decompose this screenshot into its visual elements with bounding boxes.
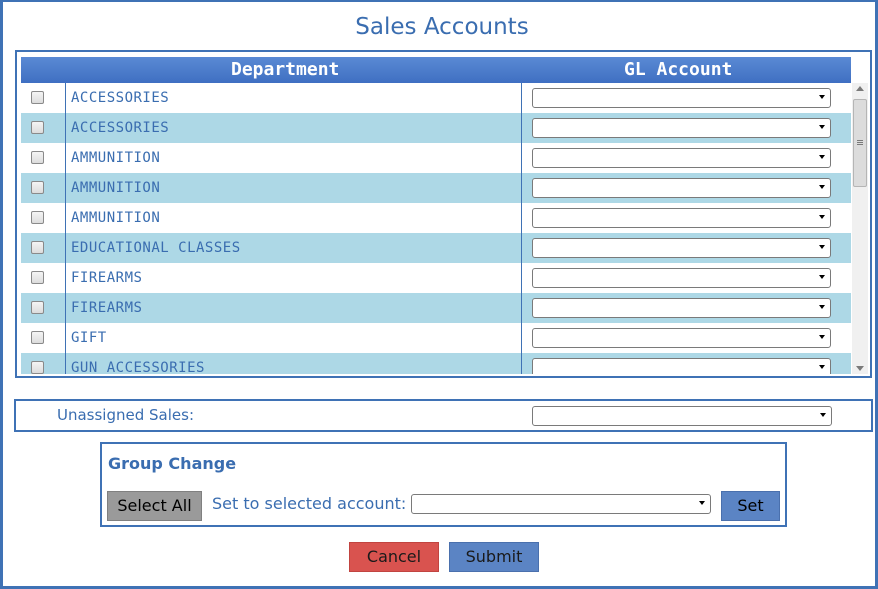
dropdown-arrow-icon — [819, 335, 825, 339]
table-row: GUN ACCESSORIES — [21, 353, 851, 374]
column-divider — [65, 293, 66, 323]
row-checkbox[interactable] — [31, 301, 44, 314]
dropdown-arrow-icon — [819, 245, 825, 249]
grid-scrollbar[interactable] — [852, 83, 868, 374]
column-divider — [521, 353, 522, 374]
column-divider — [65, 203, 66, 233]
column-divider — [521, 113, 522, 143]
row-checkbox[interactable] — [31, 271, 44, 284]
column-divider — [521, 323, 522, 353]
gl-account-select[interactable] — [532, 88, 831, 108]
column-divider — [65, 263, 66, 293]
gl-account-select[interactable] — [532, 298, 831, 318]
table-row: EDUCATIONAL CLASSES — [21, 233, 851, 263]
table-row: AMMUNITION — [21, 173, 851, 203]
column-divider — [521, 143, 522, 173]
department-cell: FIREARMS — [71, 270, 143, 286]
department-cell: AMMUNITION — [71, 210, 161, 226]
unassigned-sales-label: Unassigned Sales: — [57, 406, 194, 424]
department-cell: ACCESSORIES — [71, 90, 170, 106]
department-cell: ACCESSORIES — [71, 120, 170, 136]
table-row: ACCESSORIES — [21, 113, 851, 143]
dropdown-arrow-icon — [699, 501, 705, 505]
department-cell: AMMUNITION — [71, 180, 161, 196]
unassigned-sales-panel: Unassigned Sales: — [14, 399, 873, 432]
gl-account-select[interactable] — [532, 208, 831, 228]
group-account-select[interactable] — [411, 494, 711, 514]
row-checkbox[interactable] — [31, 121, 44, 134]
gl-account-select[interactable] — [532, 328, 831, 348]
scroll-down-icon[interactable] — [856, 366, 864, 371]
table-row: GIFT — [21, 323, 851, 353]
table-row: ACCESSORIES — [21, 83, 851, 113]
scrollbar-thumb[interactable] — [853, 99, 867, 187]
row-checkbox[interactable] — [31, 151, 44, 164]
column-divider — [521, 263, 522, 293]
department-cell: GUN ACCESSORIES — [71, 360, 205, 374]
row-checkbox[interactable] — [31, 91, 44, 104]
row-checkbox[interactable] — [31, 331, 44, 344]
table-row: AMMUNITION — [21, 143, 851, 173]
department-cell: FIREARMS — [71, 300, 143, 316]
grid-header: Department GL Account — [21, 57, 851, 83]
sales-accounts-window: Sales Accounts Department GL Account ACC… — [0, 0, 878, 589]
dropdown-arrow-icon — [819, 155, 825, 159]
dropdown-arrow-icon — [819, 185, 825, 189]
group-change-title: Group Change — [108, 454, 237, 473]
row-checkbox[interactable] — [31, 241, 44, 254]
submit-button[interactable]: Submit — [449, 542, 539, 572]
department-cell: EDUCATIONAL CLASSES — [71, 240, 241, 256]
unassigned-sales-select[interactable] — [532, 406, 832, 426]
group-change-panel: Group Change Select All Set to selected … — [100, 442, 787, 527]
column-divider — [65, 173, 66, 203]
gl-account-select[interactable] — [532, 148, 831, 168]
scroll-up-icon[interactable] — [856, 86, 864, 91]
column-divider — [65, 113, 66, 143]
dropdown-arrow-icon — [819, 305, 825, 309]
accounts-grid: Department GL Account ACCESSORIES ACCESS… — [15, 50, 872, 378]
row-checkbox[interactable] — [31, 361, 44, 374]
dropdown-arrow-icon — [819, 125, 825, 129]
select-all-button[interactable]: Select All — [107, 491, 202, 521]
gl-account-select[interactable] — [532, 358, 831, 374]
column-divider — [65, 353, 66, 374]
dropdown-arrow-icon — [819, 95, 825, 99]
column-header-department: Department — [231, 59, 340, 80]
column-divider — [521, 173, 522, 203]
set-button[interactable]: Set — [721, 491, 780, 521]
grid-rows: ACCESSORIES ACCESSORIES AMMUNITION AMMUN… — [21, 83, 851, 374]
dropdown-arrow-icon — [819, 365, 825, 369]
column-divider — [65, 83, 66, 113]
dropdown-arrow-icon — [820, 413, 826, 417]
column-divider — [65, 233, 66, 263]
column-divider — [521, 203, 522, 233]
row-checkbox[interactable] — [31, 181, 44, 194]
column-divider — [521, 233, 522, 263]
cancel-button[interactable]: Cancel — [349, 542, 439, 572]
grip-icon — [857, 140, 863, 141]
row-checkbox[interactable] — [31, 211, 44, 224]
column-divider — [521, 293, 522, 323]
table-row: FIREARMS — [21, 293, 851, 323]
dropdown-arrow-icon — [819, 215, 825, 219]
gl-account-select[interactable] — [532, 178, 831, 198]
gl-account-select[interactable] — [532, 268, 831, 288]
set-to-account-label: Set to selected account: — [212, 494, 407, 513]
gl-account-select[interactable] — [532, 238, 831, 258]
table-row: FIREARMS — [21, 263, 851, 293]
column-header-gl-account: GL Account — [624, 59, 733, 80]
table-row: AMMUNITION — [21, 203, 851, 233]
department-cell: GIFT — [71, 330, 107, 346]
page-title: Sales Accounts — [355, 14, 529, 40]
department-cell: AMMUNITION — [71, 150, 161, 166]
dropdown-arrow-icon — [819, 275, 825, 279]
gl-account-select[interactable] — [532, 118, 831, 138]
column-divider — [65, 323, 66, 353]
column-divider — [521, 83, 522, 113]
column-divider — [65, 143, 66, 173]
